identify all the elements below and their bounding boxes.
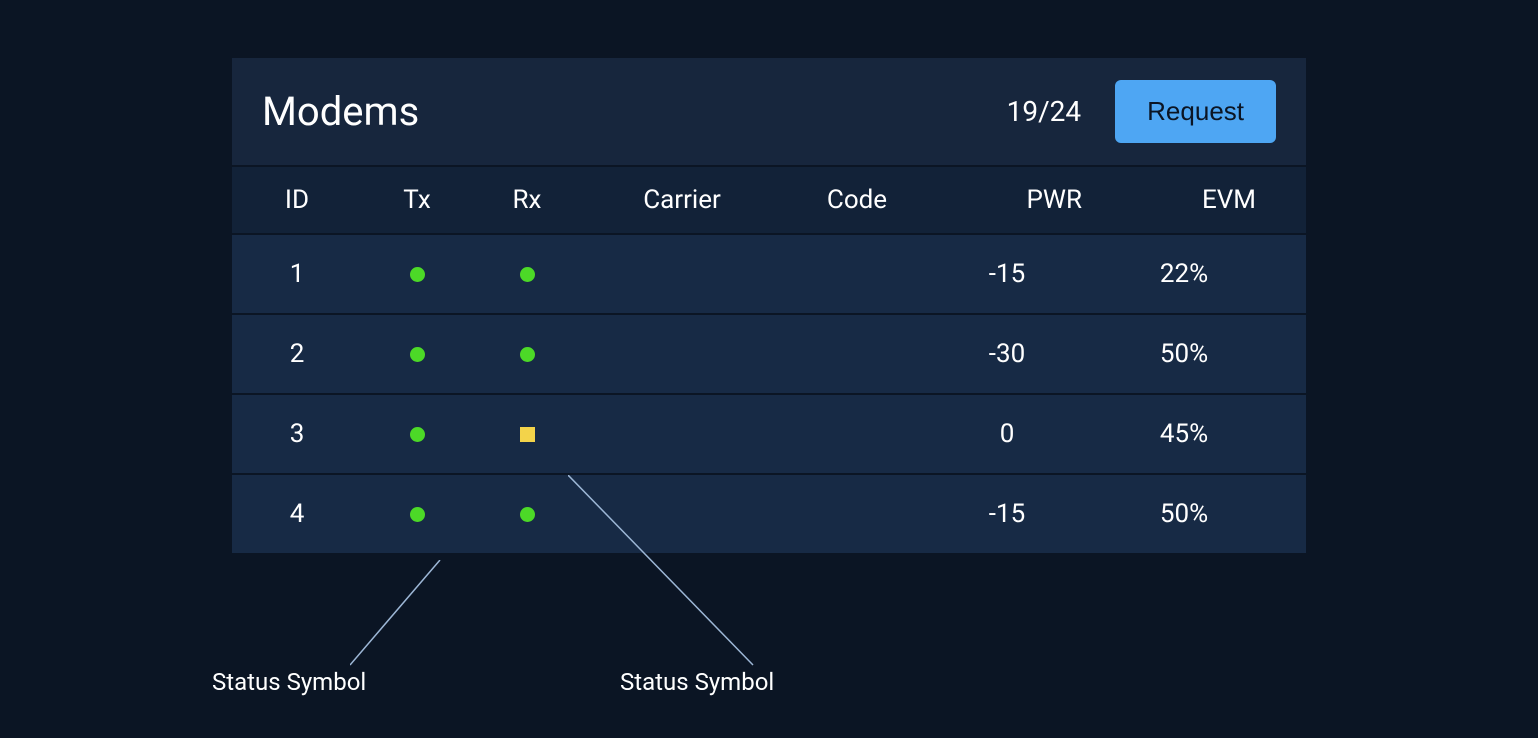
status-warn-icon — [520, 427, 535, 442]
cell-id: 4 — [232, 499, 362, 529]
column-header-id: ID — [232, 185, 362, 215]
cell-tx — [362, 339, 472, 369]
cell-tx — [362, 419, 472, 449]
cell-rx — [472, 419, 582, 449]
column-header-carrier: Carrier — [582, 185, 782, 215]
modems-table: ID Tx Rx Carrier Code PWR EVM 1-1522%2-3… — [232, 165, 1306, 553]
status-ok-icon — [520, 267, 535, 282]
cell-pwr: -30 — [932, 339, 1112, 369]
cell-rx — [472, 259, 582, 289]
cell-evm: 22% — [1112, 259, 1306, 289]
request-button[interactable]: Request — [1115, 80, 1276, 143]
status-ok-icon — [410, 427, 425, 442]
column-header-tx: Tx — [362, 185, 472, 215]
cell-tx — [362, 499, 472, 529]
status-ok-icon — [410, 507, 425, 522]
column-header-pwr: PWR — [932, 185, 1112, 215]
status-ok-icon — [520, 347, 535, 362]
cell-evm: 45% — [1112, 419, 1306, 449]
annotation-label-1: Status Symbol — [212, 668, 366, 696]
cell-rx — [472, 499, 582, 529]
status-ok-icon — [410, 267, 425, 282]
cell-tx — [362, 259, 472, 289]
cell-evm: 50% — [1112, 499, 1306, 529]
status-ok-icon — [520, 507, 535, 522]
column-header-code: Code — [782, 185, 932, 215]
cell-evm: 50% — [1112, 339, 1306, 369]
modem-counter: 19/24 — [1007, 95, 1082, 128]
column-header-rx: Rx — [472, 185, 582, 215]
cell-rx — [472, 339, 582, 369]
cell-id: 2 — [232, 339, 362, 369]
cell-pwr: -15 — [932, 259, 1112, 289]
table-header-row: ID Tx Rx Carrier Code PWR EVM — [232, 165, 1306, 235]
cell-id: 1 — [232, 259, 362, 289]
annotation-line-1 — [350, 560, 470, 670]
table-row[interactable]: 3 045% — [232, 395, 1306, 475]
cell-pwr: -15 — [932, 499, 1112, 529]
cell-id: 3 — [232, 419, 362, 449]
table-row[interactable]: 1 -1522% — [232, 235, 1306, 315]
cell-pwr: 0 — [932, 419, 1112, 449]
column-header-evm: EVM — [1112, 185, 1306, 215]
panel-title: Modems — [262, 88, 1007, 135]
table-row[interactable]: 2 -3050% — [232, 315, 1306, 395]
table-row[interactable]: 4 -1550% — [232, 475, 1306, 553]
status-ok-icon — [410, 347, 425, 362]
modems-panel: Modems 19/24 Request ID Tx Rx Carrier Co… — [232, 58, 1306, 553]
annotation-label-2: Status Symbol — [620, 668, 774, 696]
panel-header: Modems 19/24 Request — [232, 58, 1306, 165]
